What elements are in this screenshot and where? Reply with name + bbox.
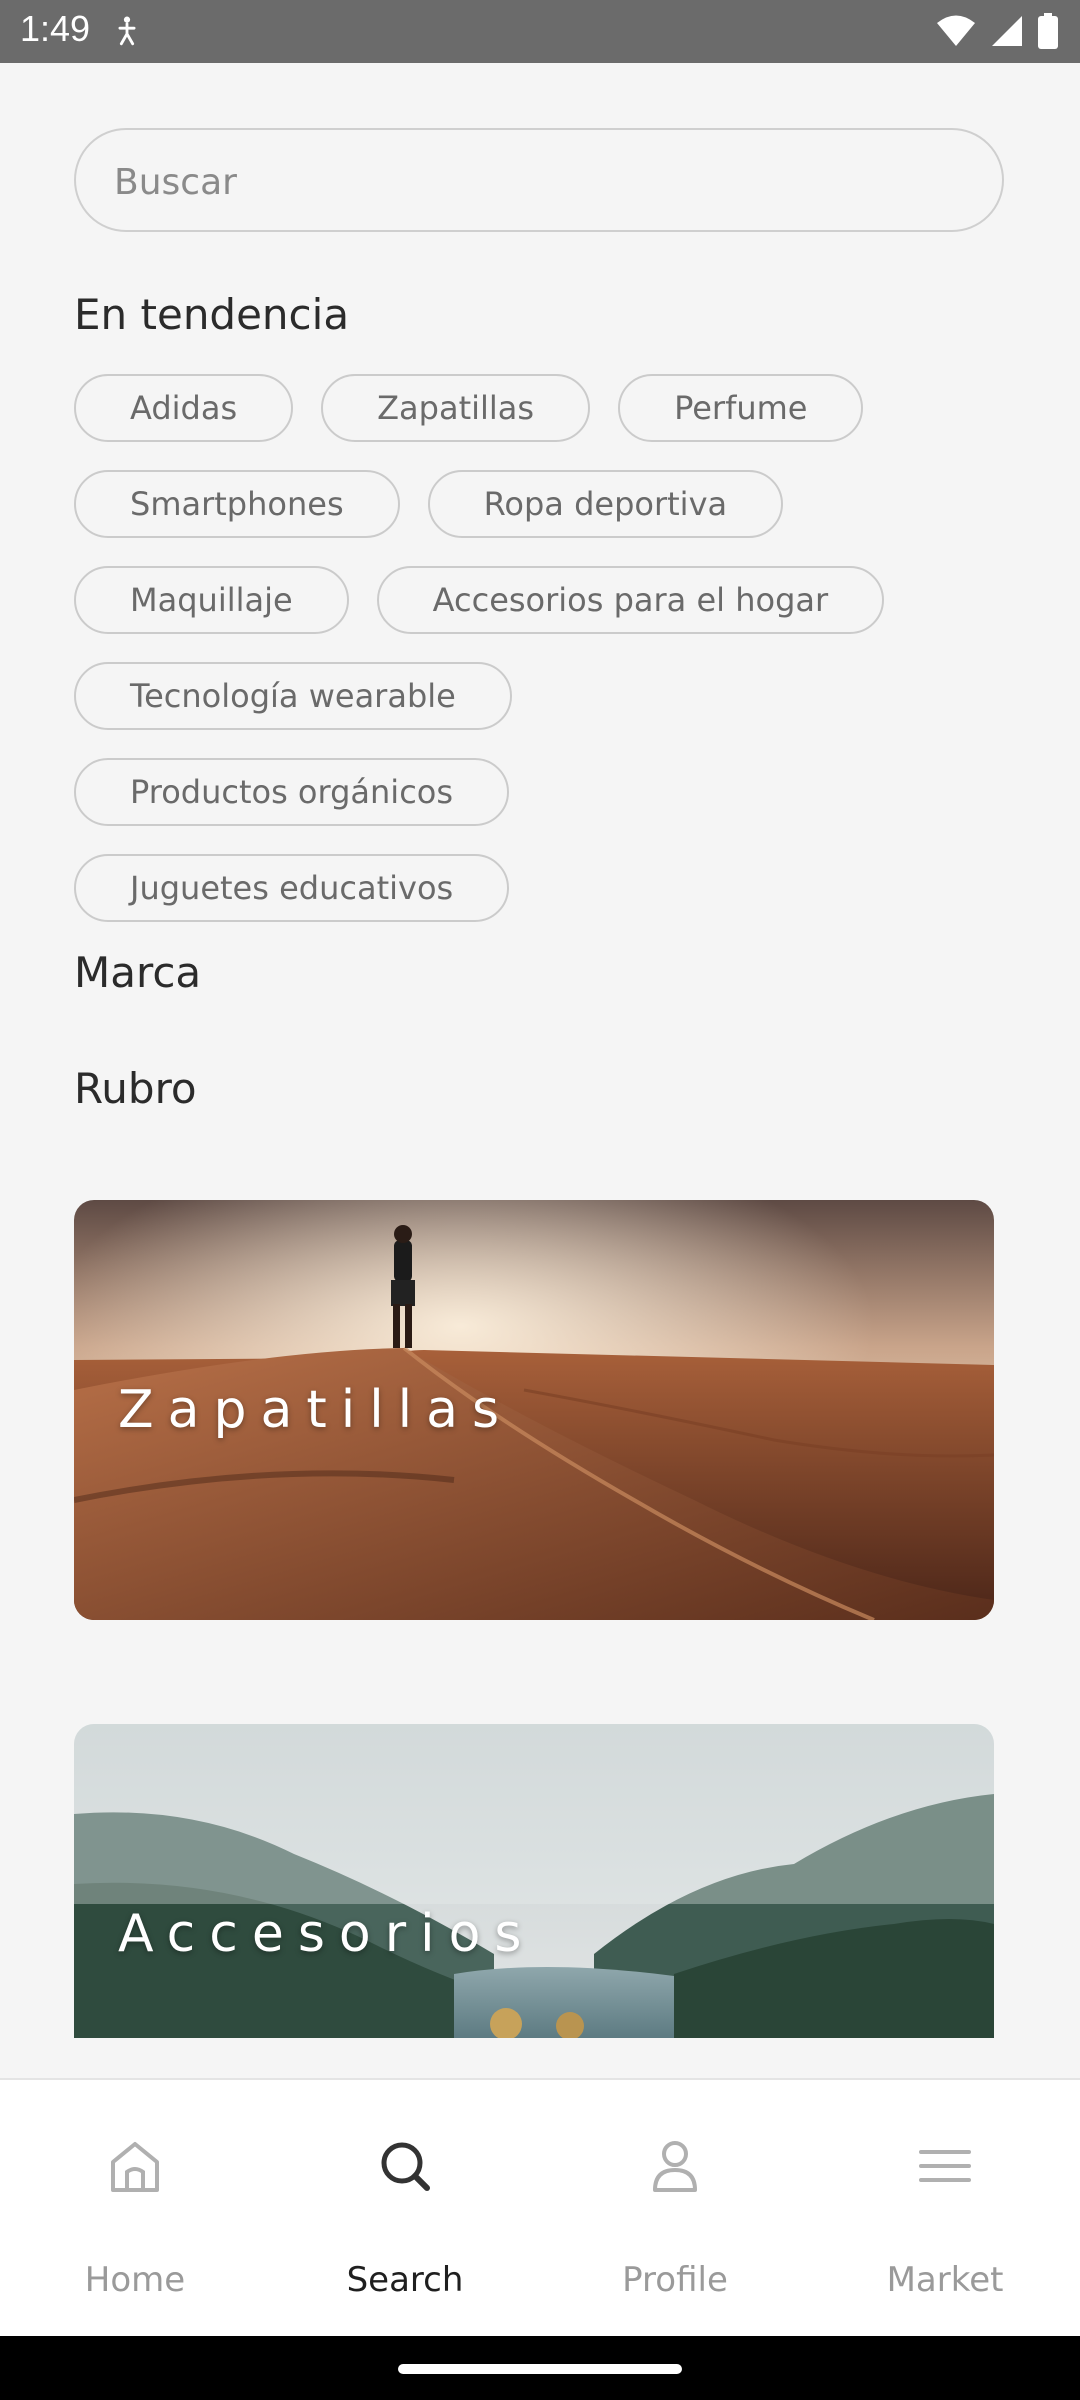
home-icon [111,2142,159,2192]
chip-row: Productos orgánicos [74,758,1034,826]
chip-maquillaje[interactable]: Maquillaje [74,566,349,634]
menu-icon [919,2150,971,2182]
nav-label: Market [886,2260,1004,2300]
chip-accesorios-hogar[interactable]: Accesorios para el hogar [376,566,885,634]
chip-row: Smartphones Ropa deportiva [74,470,1034,538]
bottom-nav: Home Search Profile Market [0,2078,1080,2336]
nav-item-home[interactable]: Home [0,2080,270,2338]
status-bar: 1:49 [0,0,1080,63]
battery-icon [1038,13,1058,49]
category-card-accesorios[interactable]: Accesorios [74,1724,994,2038]
nav-label: Home [84,2260,186,2300]
gesture-bar [0,2336,1080,2400]
nav-label: Profile [622,2260,728,2300]
brand-section-title[interactable]: Marca [74,948,201,997]
category-section-title[interactable]: Rubro [74,1064,197,1113]
chip-tecnologia-wearable[interactable]: Tecnología wearable [74,662,512,730]
card-label: Accesorios [118,1904,536,1964]
nav-label: Search [346,2260,464,2300]
chip-row: Adidas Zapatillas Perfume [74,374,1034,442]
nav-item-market[interactable]: Market [810,2080,1080,2338]
profile-icon [653,2141,697,2192]
chip-adidas[interactable]: Adidas [74,374,294,442]
trending-title: En tendencia [74,290,350,339]
nav-item-search[interactable]: Search [270,2080,540,2338]
chip-zapatillas[interactable]: Zapatillas [321,374,591,442]
chip-row: Juguetes educativos [74,854,1034,922]
card-label: Zapatillas [118,1380,514,1440]
chip-ropa-deportiva[interactable]: Ropa deportiva [427,470,784,538]
chip-productos-organicos[interactable]: Productos orgánicos [74,758,510,826]
category-card-zapatillas[interactable]: Zapatillas [74,1200,994,1620]
status-icons [936,12,1058,50]
home-gesture-handle[interactable] [398,2364,682,2374]
accessibility-icon [118,16,136,46]
chip-row: Tecnología wearable [74,662,1034,730]
search-box[interactable] [74,128,1004,232]
chip-row: Maquillaje Accesorios para el hogar [74,566,1034,634]
search-icon [381,2142,430,2191]
search-input[interactable] [112,150,966,214]
status-time: 1:49 [20,8,91,49]
mountain-lake-image [74,1724,994,2038]
signal-icon [992,16,1022,46]
chip-perfume[interactable]: Perfume [618,374,864,442]
chip-smartphones[interactable]: Smartphones [74,470,400,538]
chip-juguetes-educativos[interactable]: Juguetes educativos [74,854,510,922]
trending-chips: Adidas Zapatillas Perfume Smartphones Ro… [74,374,1034,950]
nav-item-profile[interactable]: Profile [540,2080,810,2338]
wifi-icon [937,15,975,46]
